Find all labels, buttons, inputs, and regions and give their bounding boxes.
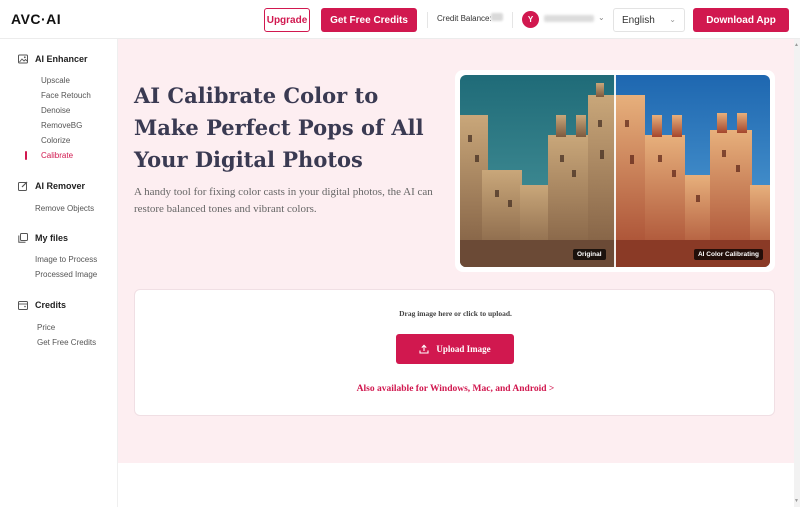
active-indicator [25,151,27,160]
sidebar-section-label: My files [35,233,69,243]
language-value: English [622,14,655,26]
sidebar-section-label: Credits [35,300,67,310]
sidebar-item-image-to-process[interactable]: Image to Process [35,255,97,264]
user-email-redacted[interactable] [544,15,594,22]
sidebar-section-ai-remover[interactable]: AI Remover [18,181,85,191]
sidebar-item-face-retouch[interactable]: Face Retouch [41,91,91,100]
credit-balance-value-redacted [491,13,503,21]
sidebar-item-colorize[interactable]: Colorize [41,136,70,145]
sidebar: AI Enhancer Upscale Face Retouch Denoise… [0,39,118,507]
top-header: AVC·AI Upgrade Get Free Credits Credit B… [0,0,800,39]
comparison-slider-handle[interactable] [614,75,616,267]
divider [427,12,428,28]
sidebar-section-ai-enhancer[interactable]: AI Enhancer [18,54,88,64]
sidebar-item-remove-objects[interactable]: Remove Objects [35,204,94,213]
upload-image-button[interactable]: Upload Image [396,334,514,364]
sidebar-item-price[interactable]: Price [37,323,55,332]
image-icon [18,54,28,64]
main-lower-section [118,463,800,507]
sidebar-section-label: AI Enhancer [35,54,88,64]
page-description: A handy tool for fixing color casts in y… [134,186,433,215]
sidebar-item-calibrate[interactable]: Calibrate [41,151,73,160]
avatar[interactable]: Y [522,11,539,28]
sidebar-section-label: AI Remover [35,181,86,191]
page-title: AI Calibrate Color to Make Perfect Pops … [134,83,424,172]
ai-calibrated-tag: AI Color Calibrating [693,249,763,260]
upload-image-label: Upload Image [436,344,491,354]
edit-icon [18,181,28,191]
language-select[interactable]: English ⌄ [613,8,685,32]
drag-hint: Drag image here or click to upload. [399,309,512,318]
sidebar-section-credits[interactable]: Credits [18,300,66,310]
wallet-icon [18,300,28,310]
upload-dropzone[interactable]: Drag image here or click to upload. Uplo… [134,289,775,416]
sidebar-section-my-files[interactable]: My files [18,233,68,243]
chevron-down-icon[interactable]: ⌄ [598,13,605,22]
download-app-button[interactable]: Download App [693,8,789,32]
upload-icon [419,344,429,354]
scroll-down-arrow-icon[interactable]: ▼ [794,498,799,504]
sidebar-item-removebg[interactable]: RemoveBG [41,121,82,130]
credit-balance-label: Credit Balance: [437,14,492,23]
chevron-down-icon: ⌄ [669,15,676,24]
sidebar-item-processed-image[interactable]: Processed Image [35,270,97,279]
sidebar-item-denoise[interactable]: Denoise [41,106,70,115]
scroll-up-arrow-icon[interactable]: ▲ [794,42,799,48]
files-icon [18,233,28,243]
comparison-image-card: Original AI Color Calibrating [455,70,775,272]
also-available-link[interactable]: Also available for Windows, Mac, and And… [135,384,776,394]
sidebar-item-get-free-credits[interactable]: Get Free Credits [37,338,96,347]
divider [512,12,513,28]
logo[interactable]: AVC·AI [11,11,61,27]
original-tag: Original [573,249,606,260]
sidebar-item-upscale[interactable]: Upscale [41,76,70,85]
scrollbar[interactable] [794,39,800,507]
get-free-credits-button[interactable]: Get Free Credits [321,8,417,32]
upgrade-button[interactable]: Upgrade [264,8,310,32]
comparison-image[interactable]: Original AI Color Calibrating [460,75,770,267]
